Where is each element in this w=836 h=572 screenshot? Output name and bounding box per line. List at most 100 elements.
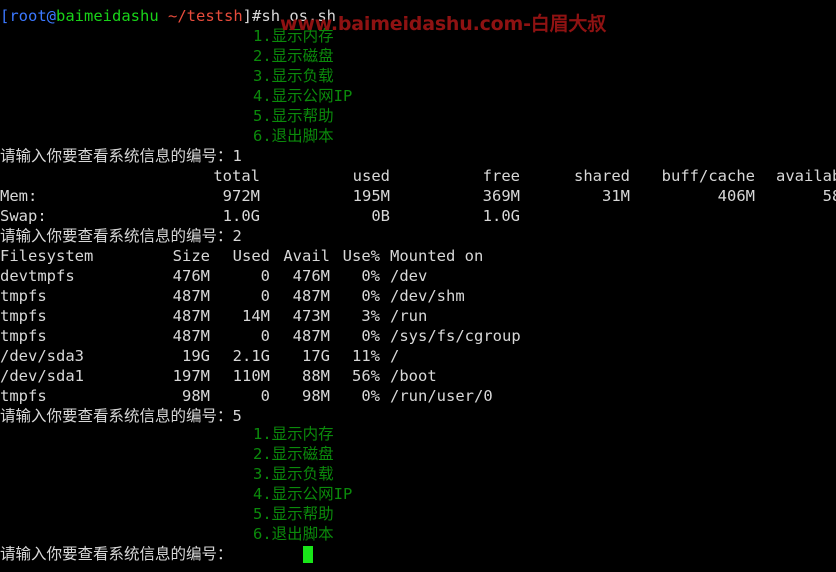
menu-item-2-bottom[interactable]: 2.显示磁盘 bbox=[253, 444, 334, 464]
disk-row-5-mounted: /boot bbox=[390, 367, 437, 385]
disk-row-2-used: 14M bbox=[242, 307, 270, 325]
memory-header-total: total bbox=[213, 167, 260, 185]
disk-row-3-filesystem: tmpfs bbox=[0, 327, 47, 345]
table-row: devtmpfs 476M 0 476M 0% /dev bbox=[0, 266, 427, 286]
disk-row-4-use-pct: 11% bbox=[352, 347, 380, 365]
menu-item-2-top[interactable]: 2.显示磁盘 bbox=[253, 46, 334, 66]
disk-row-6-used: 0 bbox=[260, 387, 270, 405]
disk-row-0-used: 0 bbox=[260, 267, 270, 285]
disk-header-filesystem: Filesystem bbox=[0, 247, 94, 265]
disk-header-use-pct: Use% bbox=[342, 247, 380, 265]
disk-row-4-size: 19G bbox=[182, 347, 210, 365]
disk-row-0-avail: 476M bbox=[292, 267, 330, 285]
watermark-text: www.baimeidashu.com-白眉大叔 bbox=[280, 13, 606, 35]
prompt-at-symbol: @ bbox=[46, 7, 57, 25]
memory-row-swap-free: 1.0G bbox=[482, 207, 520, 225]
prompt-question-line-1: 请输入你要查看系统信息的编号：1 bbox=[0, 146, 242, 166]
prompt-answer-3: 5 bbox=[232, 407, 242, 425]
menu-item-3-top[interactable]: 3.显示负载 bbox=[253, 66, 334, 86]
prompt-question-text-2: 请输入你要查看系统信息的编号： bbox=[0, 227, 233, 245]
table-row: tmpfs 487M 0 487M 0% /sys/fs/cgroup bbox=[0, 326, 521, 346]
memory-row-mem-total: 972M bbox=[222, 187, 260, 205]
text-cursor[interactable] bbox=[303, 546, 313, 563]
disk-row-0-use-pct: 0% bbox=[361, 267, 380, 285]
prompt-question-text-1: 请输入你要查看系统信息的编号： bbox=[0, 147, 233, 165]
memory-row-swap: Swap: 1.0G 0B 1.0G bbox=[0, 206, 520, 226]
disk-row-3-use-pct: 0% bbox=[361, 327, 380, 345]
menu-item-6-bottom[interactable]: 6.退出脚本 bbox=[253, 524, 334, 544]
disk-row-6-size: 98M bbox=[182, 387, 210, 405]
menu-item-4-top[interactable]: 4.显示公网IP bbox=[253, 86, 352, 106]
disk-row-5-use-pct: 56% bbox=[352, 367, 380, 385]
disk-row-0-size: 476M bbox=[172, 267, 210, 285]
prompt-question-text-3: 请输入你要查看系统信息的编号： bbox=[0, 407, 233, 425]
menu-item-5-bottom[interactable]: 5.显示帮助 bbox=[253, 504, 334, 524]
prompt-question-line-3: 请输入你要查看系统信息的编号：5 bbox=[0, 406, 242, 426]
memory-row-swap-total: 1.0G bbox=[222, 207, 260, 225]
prompt-bracket-close: ] bbox=[242, 7, 253, 25]
disk-row-1-size: 487M bbox=[172, 287, 210, 305]
menu-item-3-bottom[interactable]: 3.显示负载 bbox=[253, 464, 334, 484]
memory-header-used: used bbox=[352, 167, 390, 185]
memory-row-mem-shared: 31M bbox=[602, 187, 630, 205]
disk-row-4-filesystem: /dev/sda3 bbox=[0, 347, 84, 365]
disk-row-6-avail: 98M bbox=[302, 387, 330, 405]
disk-row-6-filesystem: tmpfs bbox=[0, 387, 47, 405]
disk-row-5-used: 110M bbox=[232, 367, 270, 385]
disk-row-0-filesystem: devtmpfs bbox=[0, 267, 75, 285]
disk-row-6-mounted: /run/user/0 bbox=[390, 387, 493, 405]
memory-header-buff-cache: buff/cache bbox=[661, 167, 755, 185]
table-row: tmpfs 98M 0 98M 0% /run/user/0 bbox=[0, 386, 493, 406]
prompt-path: ~/testsh bbox=[168, 7, 243, 25]
memory-row-swap-label: Swap: bbox=[0, 207, 47, 225]
memory-row-swap-used: 0B bbox=[371, 207, 390, 225]
disk-row-1-filesystem: tmpfs bbox=[0, 287, 47, 305]
prompt-bracket-open: [ bbox=[0, 7, 10, 25]
disk-row-5-avail: 88M bbox=[302, 367, 330, 385]
memory-row-mem-label: Mem: bbox=[0, 187, 38, 205]
disk-header-avail: Avail bbox=[283, 247, 330, 265]
disk-header-mounted-on: Mounted on bbox=[390, 247, 484, 265]
disk-row-1-used: 0 bbox=[260, 287, 270, 305]
disk-row-3-size: 487M bbox=[172, 327, 210, 345]
memory-table-header: total used free shared buff/cache available bbox=[0, 166, 836, 186]
menu-item-4-bottom[interactable]: 4.显示公网IP bbox=[253, 484, 352, 504]
disk-row-2-size: 487M bbox=[172, 307, 210, 325]
disk-row-3-used: 0 bbox=[260, 327, 270, 345]
prompt-answer-2: 2 bbox=[232, 227, 242, 245]
disk-row-6-use-pct: 0% bbox=[361, 387, 380, 405]
menu-item-5-top[interactable]: 5.显示帮助 bbox=[253, 106, 334, 126]
prompt-question-text-4: 请输入你要查看系统信息的编号： bbox=[0, 545, 233, 563]
memory-row-mem-free: 369M bbox=[482, 187, 520, 205]
terminal-window[interactable]: [root@baimeidashu ~/testsh]#sh os.sh 1.显… bbox=[0, 0, 836, 572]
disk-row-2-avail: 473M bbox=[292, 307, 330, 325]
disk-row-5-filesystem: /dev/sda1 bbox=[0, 367, 84, 385]
table-row: /dev/sda1 197M 110M 88M 56% /boot bbox=[0, 366, 437, 386]
menu-item-1-bottom[interactable]: 1.显示内存 bbox=[253, 424, 334, 444]
disk-row-3-avail: 487M bbox=[292, 327, 330, 345]
disk-row-1-mounted: /dev/shm bbox=[390, 287, 465, 305]
disk-row-1-avail: 487M bbox=[292, 287, 330, 305]
prompt-host: baimeidashu bbox=[56, 7, 159, 25]
disk-row-2-use-pct: 3% bbox=[361, 307, 380, 325]
prompt-question-line-2: 请输入你要查看系统信息的编号：2 bbox=[0, 226, 242, 246]
menu-item-6-top[interactable]: 6.退出脚本 bbox=[253, 126, 334, 146]
table-row: tmpfs 487M 14M 473M 3% /run bbox=[0, 306, 427, 326]
disk-row-3-mounted: /sys/fs/cgroup bbox=[390, 327, 521, 345]
memory-header-shared: shared bbox=[574, 167, 630, 185]
disk-row-4-avail: 17G bbox=[302, 347, 330, 365]
prompt-answer-1: 1 bbox=[232, 147, 242, 165]
disk-header-size: Size bbox=[172, 247, 210, 265]
disk-row-2-mounted: /run bbox=[390, 307, 428, 325]
memory-header-free: free bbox=[482, 167, 520, 185]
memory-header-available: available bbox=[776, 167, 836, 185]
prompt-question-line-4: 请输入你要查看系统信息的编号： bbox=[0, 544, 233, 564]
disk-row-4-mounted: / bbox=[390, 347, 400, 365]
disk-row-4-used: 2.1G bbox=[232, 347, 270, 365]
table-row: tmpfs 487M 0 487M 0% /dev/shm bbox=[0, 286, 465, 306]
memory-row-mem-available: 589M bbox=[822, 187, 836, 205]
disk-row-5-size: 197M bbox=[172, 367, 210, 385]
disk-table-header: Filesystem Size Used Avail Use% Mounted on bbox=[0, 246, 483, 266]
prompt-hash: # bbox=[252, 7, 262, 25]
